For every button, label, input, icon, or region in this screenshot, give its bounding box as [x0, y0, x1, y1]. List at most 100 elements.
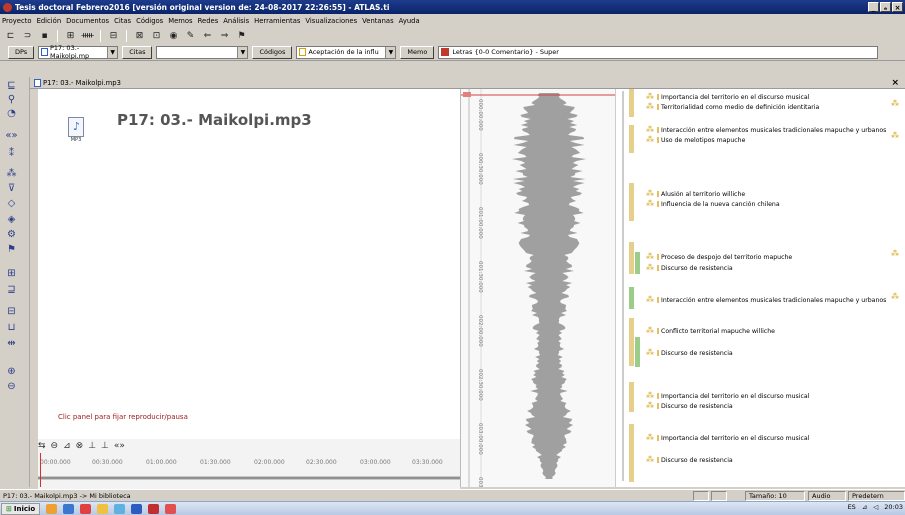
chevron-down-icon[interactable]: ▼ — [237, 46, 248, 58]
mark-end-icon[interactable]: ⊥ — [101, 441, 109, 451]
chevron-down-icon[interactable]: ▼ — [385, 46, 396, 58]
memo-field[interactable]: Letras {0-0 Comentario} - Super — [438, 45, 879, 59]
code-list-icon[interactable]: ⁂ — [5, 167, 18, 180]
citas-dropdown[interactable]: ▼ — [156, 45, 249, 59]
network-icon[interactable]: ◉ — [167, 29, 180, 42]
zoom-in-icon[interactable]: ⊕ — [5, 365, 18, 378]
restore-button[interactable]: ₑ — [880, 2, 891, 12]
chevron-down-icon[interactable]: ▼ — [107, 46, 118, 58]
taskbar-app-icon[interactable] — [80, 503, 92, 514]
quote-bar[interactable] — [629, 183, 634, 221]
code-label[interactable]: ⁂ Importancia del territorio en el discur… — [646, 392, 809, 400]
mini-waveform[interactable] — [38, 473, 460, 483]
back-icon[interactable]: ⇐ — [201, 29, 214, 42]
mark-start-icon[interactable]: ⊥ — [88, 441, 96, 451]
start-button[interactable]: ⊞ Inicio — [1, 502, 41, 515]
taskbar-app-icon[interactable] — [114, 503, 126, 514]
menu-ventanas[interactable]: Ventanas — [362, 17, 393, 25]
code-label[interactable]: ⁂ Discurso de resistencia — [646, 456, 733, 464]
quote-bar[interactable] — [629, 89, 634, 117]
menu-herramientas[interactable]: Herramientas — [254, 17, 300, 25]
volume-icon[interactable]: ◁ — [873, 503, 878, 511]
codigos-button[interactable]: Códigos — [252, 45, 293, 59]
playback-cursor[interactable] — [40, 453, 41, 487]
query-tool-icon[interactable]: ⊡ — [150, 29, 163, 42]
document-dropdown[interactable]: P17: 03.- Maikolpi.mp ▼ — [38, 44, 119, 60]
new-project-icon[interactable]: ⊏ — [4, 29, 17, 42]
playhead-marker[interactable] — [463, 92, 471, 97]
taskbar-app-icon[interactable] — [63, 503, 75, 514]
vertical-waveform-panel[interactable]: 000:00:000 000:30:000 001:00:000 001:30:000… — [460, 89, 616, 487]
word-count-icon[interactable]: ⊞ — [5, 267, 18, 280]
code-link-icon[interactable]: ⁂ — [891, 292, 899, 301]
network-icon[interactable]: ⊿ — [862, 503, 867, 511]
code-label[interactable]: ⁂ Importancia del territorio en el discur… — [646, 434, 809, 442]
speed-icon[interactable]: ⊗ — [76, 441, 84, 451]
code-link-icon[interactable]: ⁂ — [891, 249, 899, 258]
code-label[interactable]: ⁂ Uso de melotipos mapuche — [646, 136, 745, 144]
settings-icon[interactable]: ⚙ — [5, 228, 18, 241]
quote-icon[interactable]: «» — [5, 129, 18, 142]
taskbar-app-icon[interactable] — [165, 503, 177, 514]
create-quote-icon[interactable]: «» — [114, 441, 125, 451]
timeline-ruler[interactable]: 00:00.000 00:30.000 01:00.000 01:30.000 … — [38, 457, 460, 469]
pen-icon[interactable]: ✎ — [184, 29, 197, 42]
code-label[interactable]: ⁂ Discurso de resistencia — [646, 349, 733, 357]
code-label[interactable]: ⁂ Discurso de resistencia — [646, 264, 733, 272]
volume-icon[interactable]: ⊿ — [63, 441, 71, 451]
menu-citas[interactable]: Citas — [114, 17, 131, 25]
menu-edicion[interactable]: Edición — [37, 17, 62, 25]
menu-codigos[interactable]: Códigos — [136, 17, 163, 25]
code-label[interactable]: ⁂ Proceso de despojo del territorio mapuc… — [646, 253, 792, 261]
comment-icon[interactable]: ◔ — [5, 107, 18, 120]
stretch-icon[interactable]: ⇹ — [5, 337, 18, 350]
codigos-dropdown[interactable]: Aceptación de la influ ▼ — [296, 45, 397, 59]
code-label[interactable]: ⁂ Territorialidad como medio de definició… — [646, 103, 819, 111]
link-code-icon[interactable]: ◈ — [5, 213, 18, 226]
quote-bar-green[interactable] — [635, 337, 640, 367]
quote-bar-green[interactable] — [635, 252, 640, 274]
code-label[interactable]: ⁂ Alusión al territorio williche — [646, 190, 745, 198]
taskbar-app-icon[interactable] — [46, 503, 58, 514]
document-viewer[interactable]: ♪ MP3 P17: 03.- Maikolpi.mp3 Clic panel … — [38, 89, 460, 439]
quote-bar[interactable] — [629, 382, 634, 412]
quote-bar[interactable] — [629, 424, 634, 482]
print-icon[interactable]: ⊟ — [107, 29, 120, 42]
headphones-icon[interactable]: ⊖ — [51, 441, 59, 451]
menu-proyecto[interactable]: Proyecto — [2, 17, 32, 25]
forward-icon[interactable]: ⇒ — [218, 29, 231, 42]
menu-memos[interactable]: Memos — [168, 17, 192, 25]
code-label[interactable]: ⁂ Interacción entre elementos musicales t… — [646, 296, 886, 304]
code-in-vivo-icon[interactable]: ◇ — [5, 197, 18, 210]
open-project-icon[interactable]: ⊃ — [21, 29, 34, 42]
menu-ayuda[interactable]: Ayuda — [399, 17, 420, 25]
memo-button[interactable]: Memo — [400, 45, 435, 59]
code-label[interactable]: ⁂ Influencia de la nueva canción chilena — [646, 200, 780, 208]
code-label[interactable]: ⁂ Interacción entre elementos musicales t… — [646, 126, 886, 134]
search-icon[interactable]: ⚲ — [5, 93, 18, 106]
language-indicator[interactable]: ES — [848, 503, 856, 511]
binoculars-icon[interactable]: ᚔ — [81, 29, 94, 42]
code-label[interactable]: ⁂ Discurso de resistencia — [646, 402, 733, 410]
split-view-icon[interactable]: ⊟ — [5, 305, 18, 318]
citas-button[interactable]: Citas — [122, 45, 153, 59]
close-window-button[interactable]: × — [892, 2, 903, 12]
quote-bar-green[interactable] — [629, 287, 634, 309]
clean-icon[interactable]: ⚑ — [235, 29, 248, 42]
free-quotation-icon[interactable]: ⁑ — [5, 147, 18, 160]
quote-bar[interactable] — [629, 125, 634, 153]
zoom-out-icon[interactable]: ⊖ — [5, 380, 18, 393]
flag-icon[interactable]: ⚑ — [5, 243, 18, 256]
menu-redes[interactable]: Redes — [198, 17, 219, 25]
margin-icon[interactable]: ⊒ — [5, 283, 18, 296]
dps-button[interactable]: DPs — [8, 45, 35, 59]
menu-documentos[interactable]: Documentos — [66, 17, 109, 25]
save-icon[interactable]: ▪ — [38, 29, 51, 42]
code-link-icon[interactable]: ⁂ — [891, 99, 899, 108]
vertical-waveform[interactable]: 000:00:000 000:30:000 001:00:000 001:30:000… — [461, 89, 616, 487]
code-label[interactable]: ⁂ Importancia del territorio en el discur… — [646, 93, 809, 101]
filter-code-icon[interactable]: ⊽ — [5, 182, 18, 195]
menu-visualizaciones[interactable]: Visualizaciones — [305, 17, 357, 25]
margin-area[interactable]: ⁂ Importancia del territorio en el discur… — [615, 89, 905, 487]
taskbar-app-icon[interactable] — [97, 503, 109, 514]
